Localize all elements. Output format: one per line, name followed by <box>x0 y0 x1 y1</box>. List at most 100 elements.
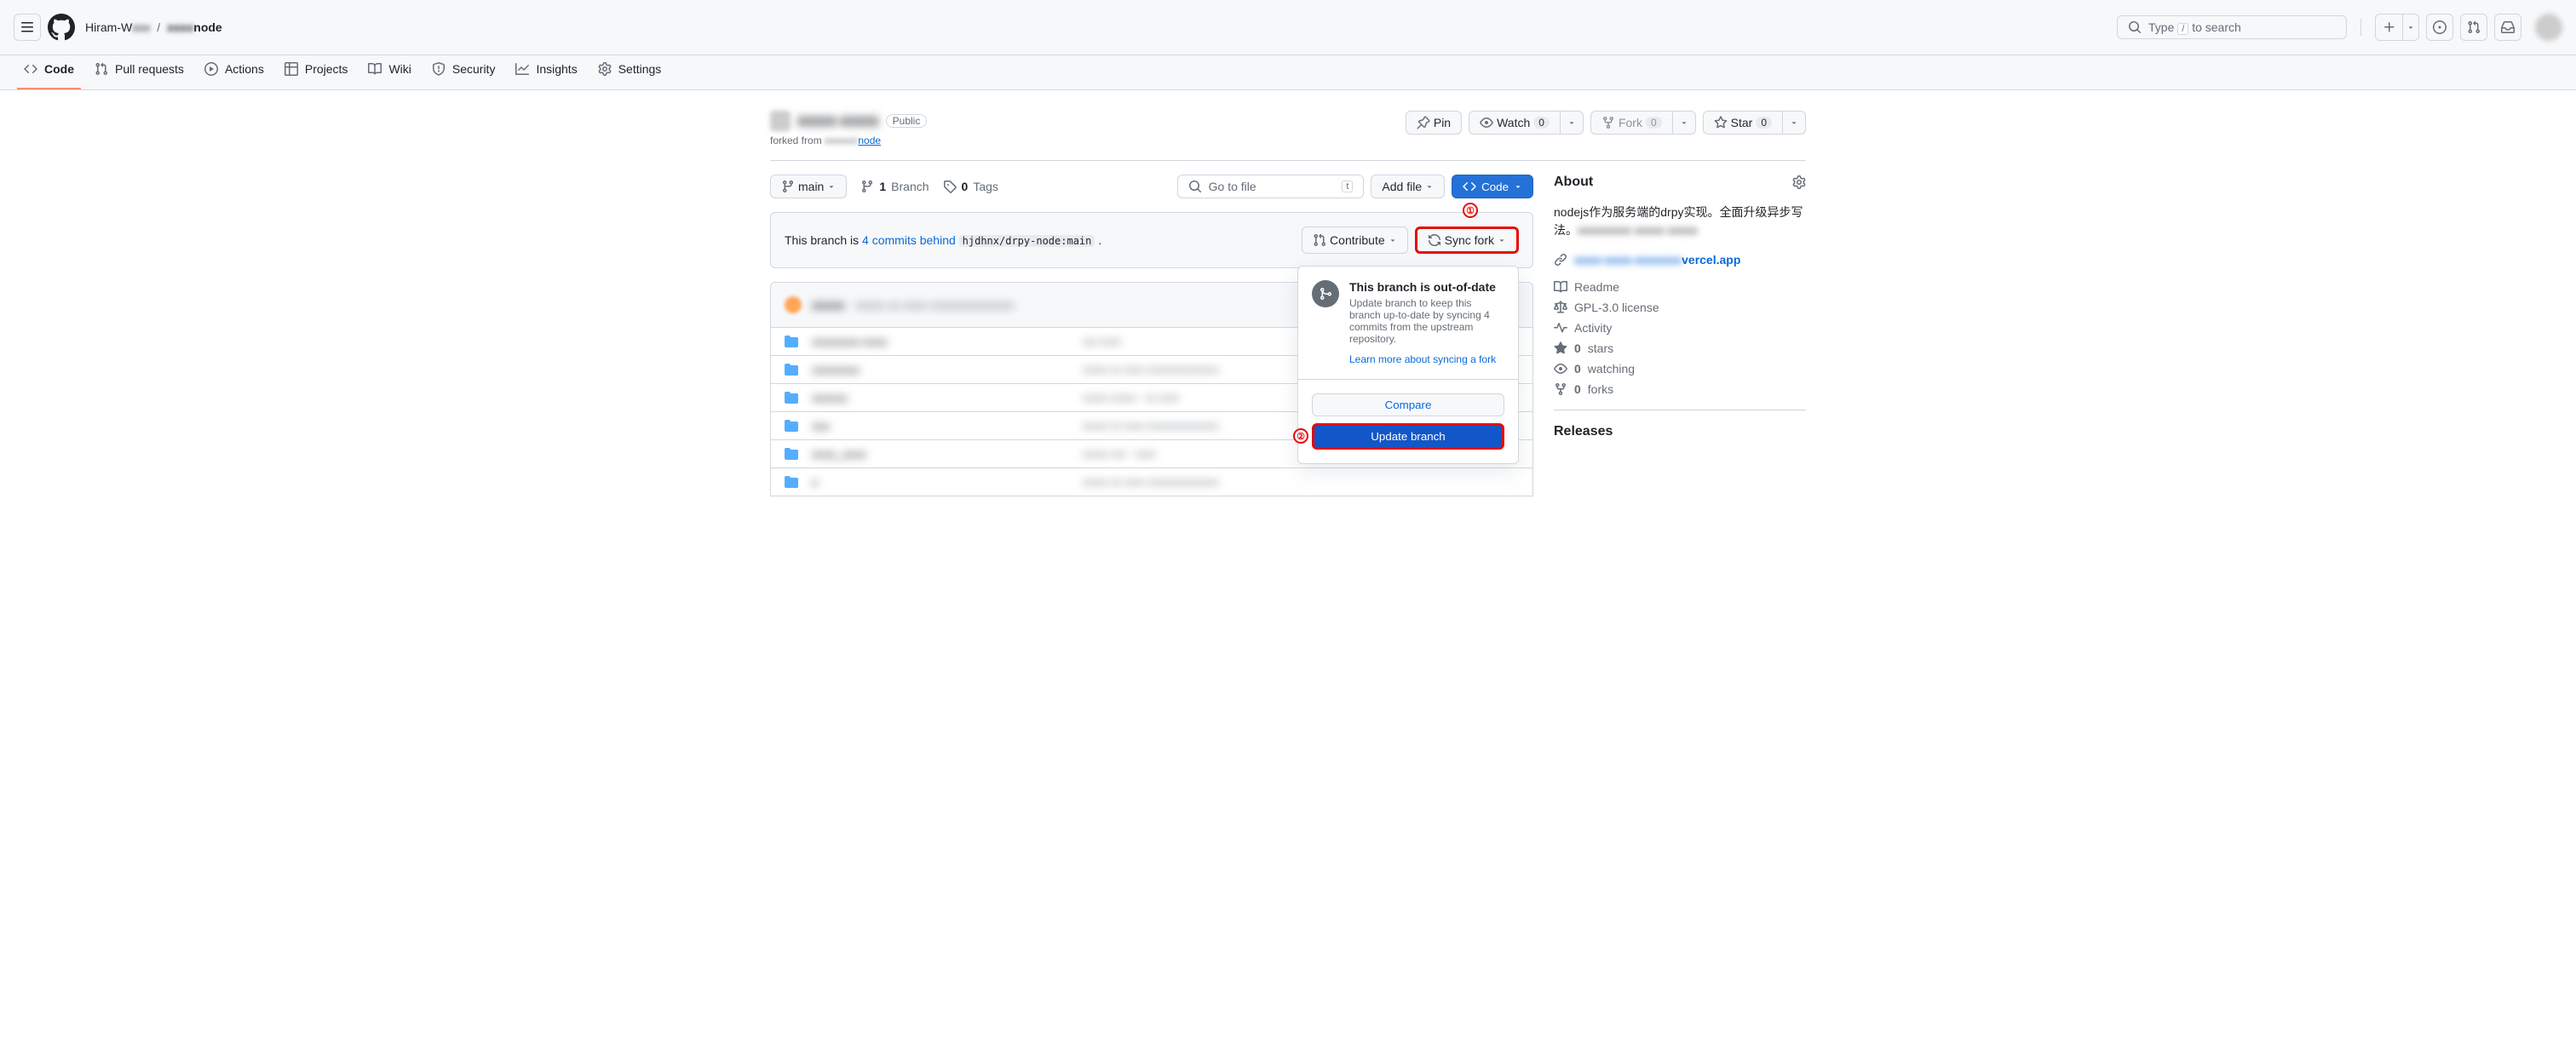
license-link[interactable]: GPL-3.0 license <box>1554 301 1806 314</box>
notifications-button[interactable] <box>2494 14 2521 41</box>
pin-button[interactable]: Pin <box>1406 111 1462 135</box>
book-icon <box>1554 280 1567 294</box>
commit-author: xxxxx <box>812 298 845 312</box>
branches-link[interactable]: 1 Branch <box>860 180 929 193</box>
triangle-down-icon <box>1567 118 1576 127</box>
search-placeholder: Type / to search <box>2148 20 2241 34</box>
watch-dropdown[interactable] <box>1561 111 1584 135</box>
hamburger-icon <box>20 20 34 34</box>
tab-insights[interactable]: Insights <box>509 55 584 89</box>
homepage-link[interactable]: xxxx-xxxx-xxxxxxxvercel.app <box>1554 253 1806 267</box>
file-name: xxxxxxxx <box>812 363 1069 376</box>
issue-icon <box>2433 20 2447 34</box>
watchers-link[interactable]: 0 watching <box>1554 362 1806 376</box>
branch-stats: 1 Branch 0 Tags <box>860 180 998 193</box>
about-description: nodejs作为服务端的drpy实现。全面升级异步写法。xxxxxxxxx xx… <box>1554 204 1806 239</box>
git-pull-request-icon <box>95 62 108 76</box>
commits-behind-link[interactable]: 4 commits behind <box>862 233 956 247</box>
hamburger-button[interactable] <box>14 14 41 41</box>
readme-link[interactable]: Readme <box>1554 280 1806 294</box>
triangle-down-icon <box>1680 118 1688 127</box>
go-to-file-input[interactable]: Go to filet <box>1177 175 1365 198</box>
file-name: xxxxxxxx-xxxx <box>812 335 1069 348</box>
directory-icon <box>785 335 798 348</box>
fork-dropdown[interactable] <box>1673 111 1696 135</box>
triangle-down-icon <box>827 182 836 191</box>
github-logo[interactable] <box>48 14 75 41</box>
sync-fork-button[interactable]: Sync fork <box>1415 227 1519 254</box>
search-icon <box>2128 20 2142 34</box>
commit-message: xxxxx xx xxxx xxxxxxxxxxxxxx <box>855 298 1015 312</box>
repo-forked-icon <box>1601 116 1615 129</box>
sidebar: About nodejs作为服务端的drpy实现。全面升级异步写法。xxxxxx… <box>1554 175 1806 496</box>
watch-button[interactable]: Watch0 <box>1469 111 1561 135</box>
file-commit-message: xxxxx xx xxxx xxxxxxxxxxxxxx <box>1083 476 1519 488</box>
repo-nav: Code Pull requests Actions Projects Wiki… <box>0 55 2576 90</box>
directory-icon <box>785 447 798 461</box>
graph-icon <box>515 62 529 76</box>
tab-code[interactable]: Code <box>17 55 81 89</box>
search-input[interactable]: Type / to search <box>2117 15 2347 39</box>
compare-button[interactable]: Compare <box>1312 393 1504 416</box>
code-button[interactable]: Code <box>1452 175 1533 198</box>
file-name: xxxx_xxxx <box>812 447 1069 461</box>
forks-link[interactable]: 0 forks <box>1554 382 1806 396</box>
star-dropdown[interactable] <box>1783 111 1806 135</box>
stars-link[interactable]: 0 stars <box>1554 341 1806 355</box>
repo-title: xxxx-xxxx <box>797 112 879 131</box>
user-avatar[interactable] <box>2535 14 2562 41</box>
content-main: main 1 Branch 0 Tags Go to filet Add fil… <box>770 175 1533 496</box>
pulse-icon <box>1554 321 1567 335</box>
contribute-button[interactable]: Contribute <box>1302 227 1408 254</box>
breadcrumb-owner[interactable]: Hiram-Wxxx <box>85 20 150 34</box>
triangle-down-icon <box>1389 236 1397 244</box>
activity-link[interactable]: Activity <box>1554 321 1806 335</box>
triangle-down-icon <box>1425 182 1434 191</box>
learn-more-link[interactable]: Learn more about syncing a fork <box>1349 353 1496 365</box>
sync-banner-text: This branch is 4 commits behind hjdhnx/d… <box>785 233 1101 247</box>
link-icon <box>1554 253 1567 267</box>
file-name: xxx <box>812 419 1069 433</box>
update-branch-button[interactable]: Update branch <box>1312 423 1504 450</box>
plus-icon <box>2383 20 2396 34</box>
law-icon <box>1554 301 1567 314</box>
eye-icon <box>1480 116 1493 129</box>
file-toolbar: main 1 Branch 0 Tags Go to filet Add fil… <box>770 175 1533 198</box>
tab-projects[interactable]: Projects <box>278 55 355 89</box>
tab-wiki[interactable]: Wiki <box>361 55 417 89</box>
tab-settings[interactable]: Settings <box>591 55 669 89</box>
releases-heading[interactable]: Releases <box>1554 424 1806 439</box>
sync-actions: Contribute ① Sync fork This branch is ou… <box>1302 227 1519 254</box>
breadcrumb-repo[interactable]: xxxxnode <box>167 20 222 34</box>
gear-icon[interactable] <box>1792 175 1806 189</box>
about-header: About <box>1554 175 1806 190</box>
breadcrumb: Hiram-Wxxx / xxxxnode <box>85 20 222 34</box>
tab-security[interactable]: Security <box>425 55 503 89</box>
fork-button[interactable]: Fork0 <box>1590 111 1673 135</box>
git-branch-icon <box>860 180 874 193</box>
star-button-group: Star0 <box>1703 111 1806 135</box>
add-file-button[interactable]: Add file <box>1371 175 1445 198</box>
sync-icon <box>1428 233 1441 247</box>
triangle-down-icon <box>1790 118 1798 127</box>
table-row[interactable]: xxxxxx xx xxxx xxxxxxxxxxxxxx <box>770 468 1533 496</box>
popover-desc: Update branch to keep this branch up-to-… <box>1349 297 1504 345</box>
issues-button[interactable] <box>2426 14 2453 41</box>
pull-requests-button[interactable] <box>2460 14 2487 41</box>
divider <box>2360 19 2361 36</box>
branch-select[interactable]: main <box>770 175 847 198</box>
book-icon <box>368 62 382 76</box>
tab-actions[interactable]: Actions <box>198 55 271 89</box>
gear-icon <box>598 62 612 76</box>
top-bar: Hiram-Wxxx / xxxxnode Type / to search <box>0 0 2576 55</box>
tab-pull-requests[interactable]: Pull requests <box>88 55 191 89</box>
star-button[interactable]: Star0 <box>1703 111 1783 135</box>
pin-icon <box>1417 116 1430 129</box>
sync-fork-popover: This branch is out-of-date Update branch… <box>1297 266 1519 464</box>
sync-banner: This branch is 4 commits behind hjdhnx/d… <box>770 212 1533 268</box>
star-icon <box>1714 116 1728 129</box>
create-new-menu[interactable] <box>2375 14 2419 41</box>
annotation-two: ② <box>1293 428 1308 444</box>
tags-link[interactable]: 0 Tags <box>943 180 998 193</box>
forked-from-link[interactable]: node <box>858 135 881 146</box>
